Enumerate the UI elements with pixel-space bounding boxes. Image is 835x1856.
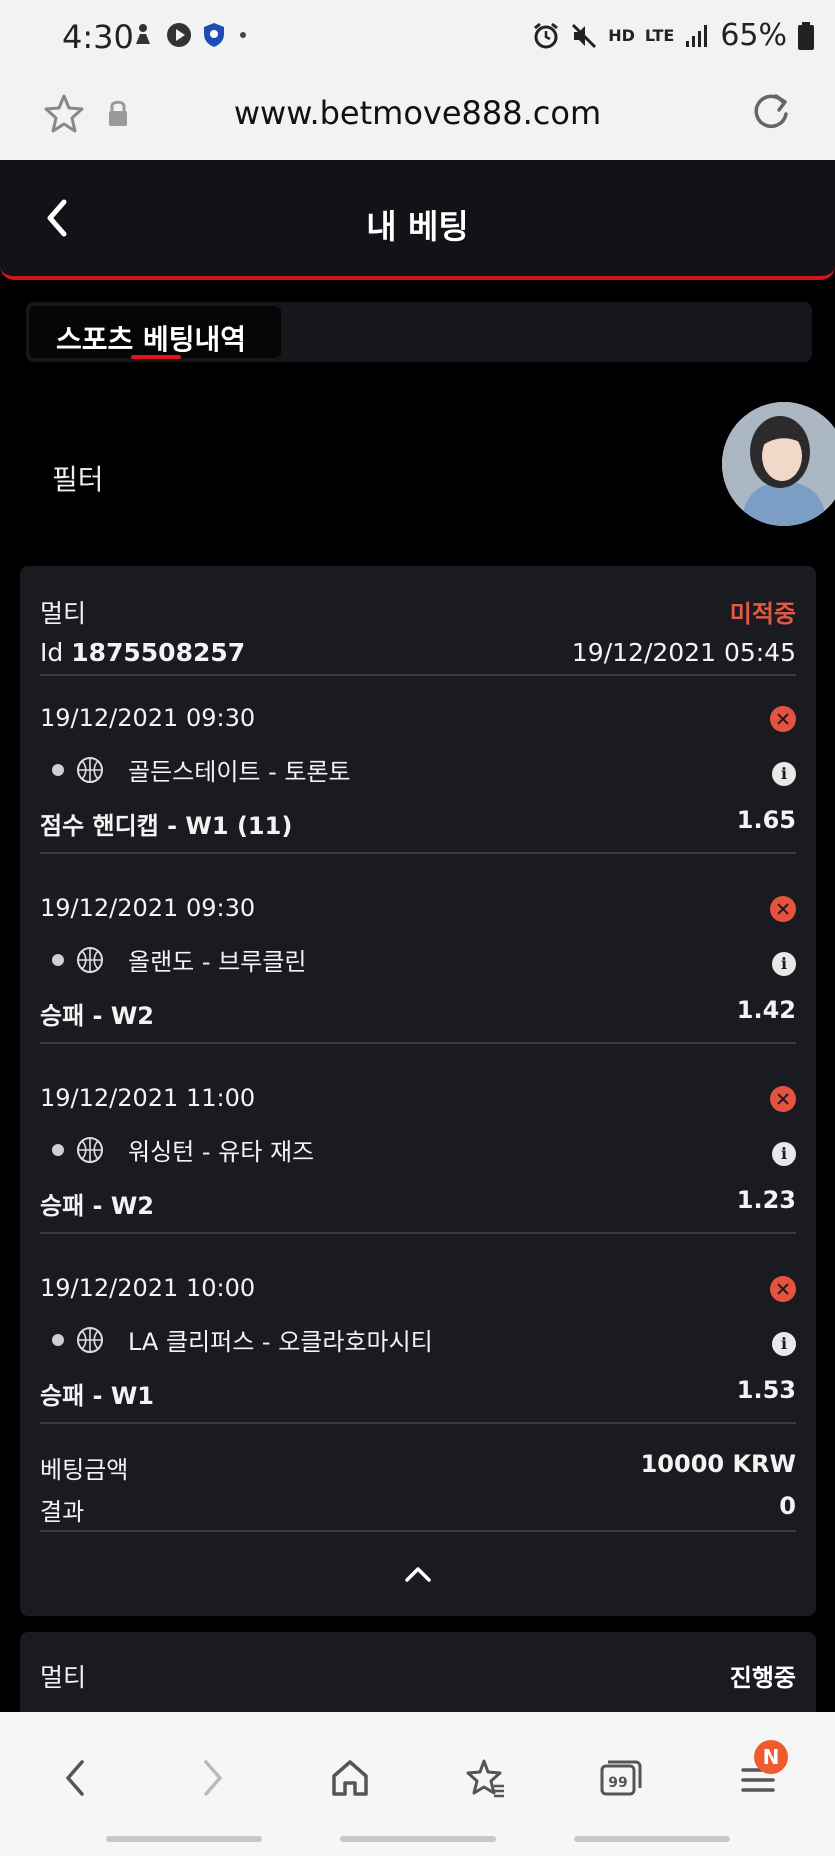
tab-active-indicator (131, 355, 181, 359)
tabs-count: 99 (608, 1775, 627, 1791)
bet-placed-time: 19/12/2021 05:45 (571, 638, 796, 667)
collapse-chevron-up-icon[interactable] (404, 1564, 432, 1584)
lte-label: LTE (644, 25, 675, 45)
reload-icon[interactable] (749, 90, 793, 134)
selection-odds: 1.65 (736, 806, 796, 834)
bet-card: 멀티 진행중 (20, 1632, 816, 1712)
bet-type: 멀티 (40, 1663, 87, 1692)
info-icon[interactable]: i (772, 1332, 796, 1356)
divider (40, 1232, 796, 1234)
divider (40, 1530, 796, 1532)
gesture-handle (340, 1836, 496, 1842)
selection-match: 워싱턴 - 유타 재즈 (128, 1138, 315, 1166)
selection-match: 올랜도 - 브루클린 (128, 948, 307, 976)
browser-bottom-nav: 99 N (0, 1712, 835, 1856)
bullet-dot (52, 1334, 64, 1346)
bookmarks-star-icon[interactable] (464, 1756, 508, 1800)
status-bar: 4:30 HD LTE 65% (0, 0, 835, 78)
bet-status: 미적중 (729, 600, 796, 628)
more-dot-icon (240, 32, 246, 38)
avatar[interactable] (722, 402, 835, 526)
selection-market: 승패 - W2 (40, 1002, 155, 1030)
browser-address-bar: www.betmove888.com (0, 78, 835, 160)
mute-icon (572, 23, 597, 48)
selection-datetime: 19/12/2021 09:30 (40, 704, 256, 732)
notification-icons (130, 22, 250, 48)
url-text[interactable]: www.betmove888.com (0, 94, 835, 132)
gesture-handle (106, 1836, 262, 1842)
bet-result-label: 결과 (40, 1498, 85, 1526)
battery-percent: 65% (720, 18, 787, 53)
shield-icon (204, 23, 224, 47)
info-icon[interactable]: i (772, 762, 796, 786)
selection-odds: 1.42 (736, 996, 796, 1024)
selection-datetime: 19/12/2021 11:00 (40, 1084, 256, 1112)
selection-odds: 1.53 (736, 1376, 796, 1404)
menu-notification-badge: N (754, 1740, 788, 1774)
info-icon[interactable]: i (772, 952, 796, 976)
bet-amount-label: 베팅금액 (40, 1456, 129, 1484)
selection-market: 승패 - W2 (40, 1192, 155, 1220)
lost-x-icon (770, 1276, 796, 1302)
gesture-handle (574, 1836, 730, 1842)
basketball-icon (77, 757, 103, 783)
bet-result: 0 (779, 1492, 796, 1520)
battery-icon (798, 21, 814, 50)
page-title: 내 베팅 (366, 207, 469, 246)
basketball-icon (77, 1137, 103, 1163)
bullet-dot (52, 1144, 64, 1156)
divider (40, 674, 796, 676)
divider (40, 1422, 796, 1424)
lost-x-icon (770, 896, 796, 922)
nav-back-icon[interactable] (60, 1756, 90, 1800)
tabs-icon[interactable]: 99 (598, 1756, 644, 1800)
selection-datetime: 19/12/2021 09:30 (40, 894, 256, 922)
divider (40, 1042, 796, 1044)
divider (40, 852, 796, 854)
selection-datetime: 19/12/2021 10:00 (40, 1274, 256, 1302)
tab-bar: 스포츠 베팅내역 (26, 302, 812, 362)
status-time: 4:30 (62, 18, 134, 56)
nav-forward-icon[interactable] (198, 1756, 228, 1800)
basketball-icon (77, 1327, 103, 1353)
bullet-dot (52, 764, 64, 776)
system-icons: HD LTE 65% (532, 18, 815, 53)
filter-button[interactable]: 필터 (52, 458, 104, 498)
selection-market: 승패 - W1 (40, 1382, 155, 1410)
selection-match: LA 클리퍼스 - 오클라호마시티 (128, 1328, 433, 1356)
signal-icon (686, 24, 708, 47)
hd-voice-label: HD (608, 25, 635, 45)
lost-x-icon (770, 706, 796, 732)
play-icon (167, 23, 191, 47)
figure-icon (136, 24, 150, 44)
bullet-dot (52, 954, 64, 966)
tab-sports-bet-history[interactable]: 스포츠 베팅내역 (29, 306, 281, 359)
alarm-icon (534, 22, 559, 48)
selection-market: 점수 핸디캡 - W1 (11) (40, 812, 293, 840)
avatar-photo (722, 402, 835, 526)
selection-odds: 1.23 (736, 1186, 796, 1214)
bet-amount: 10000 KRW (640, 1450, 796, 1478)
bet-card: 멀티 미적중 Id 1875508257 19/12/2021 05:45 19… (20, 566, 816, 1616)
lost-x-icon (770, 1086, 796, 1112)
app-header: 내 베팅 (0, 160, 835, 280)
bet-id: Id 1875508257 (40, 638, 246, 667)
home-icon[interactable] (328, 1756, 372, 1800)
tab-label: 스포츠 베팅내역 (56, 323, 247, 356)
selection-match: 골든스테이트 - 토론토 (128, 758, 351, 786)
info-icon[interactable]: i (772, 1142, 796, 1166)
bet-status: 진행중 (729, 1664, 796, 1692)
basketball-icon (77, 947, 103, 973)
bet-type: 멀티 (40, 599, 87, 628)
